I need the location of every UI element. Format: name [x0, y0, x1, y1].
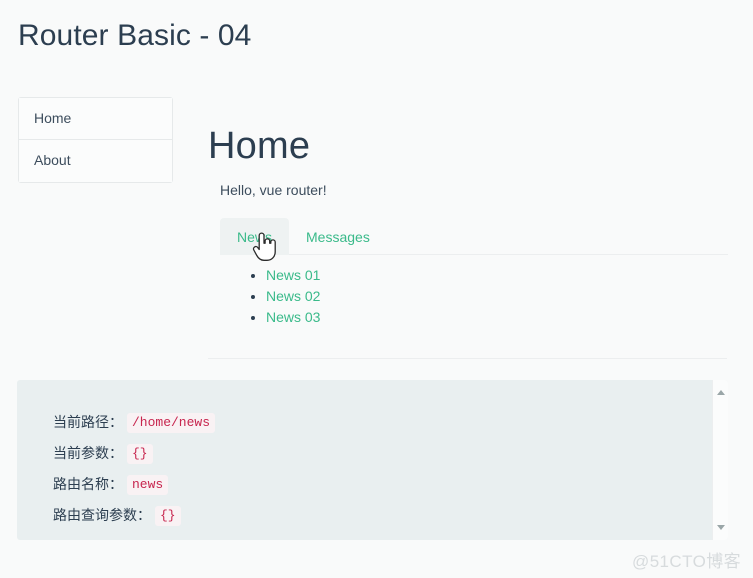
- triangle-up-icon: [717, 390, 725, 395]
- scrollbar-thumb[interactable]: [714, 400, 728, 520]
- tab-news[interactable]: News: [220, 218, 289, 255]
- news-link-02[interactable]: News 02: [266, 288, 320, 304]
- info-row-current-path: 当前路径：/home/news: [53, 407, 728, 438]
- main-content: Home Hello, vue router! News Messages Ne…: [208, 120, 728, 328]
- scroll-up-arrow-icon[interactable]: [713, 385, 728, 399]
- content-divider: [208, 358, 727, 359]
- route-info-body: 当前路径：/home/news 当前参数：{} 路由名称：news 路由查询参数…: [17, 380, 728, 531]
- tab-label: Messages: [306, 229, 370, 245]
- info-row-current-params: 当前参数：{}: [53, 438, 728, 469]
- sidebar-nav: Home About: [18, 97, 173, 183]
- sidebar-item-home[interactable]: Home: [19, 98, 172, 140]
- info-value: /home/news: [127, 413, 215, 433]
- tab-label: News: [237, 229, 272, 245]
- news-list: News 01 News 02 News 03: [208, 265, 728, 328]
- tab-messages[interactable]: Messages: [289, 218, 387, 255]
- sidebar-item-about[interactable]: About: [19, 140, 172, 182]
- info-value: news: [127, 475, 168, 495]
- scroll-down-arrow-icon[interactable]: [713, 520, 728, 534]
- info-label: 路由查询参数：: [53, 507, 151, 523]
- news-link-01[interactable]: News 01: [266, 267, 320, 283]
- watermark: @51CTO博客: [632, 547, 741, 572]
- info-value: {}: [155, 506, 181, 526]
- list-item: News 01: [266, 265, 728, 286]
- main-heading: Home: [208, 120, 728, 172]
- info-row-route-name: 路由名称：news: [53, 469, 728, 500]
- sidebar-item-label: About: [34, 152, 71, 168]
- list-item: News 02: [266, 286, 728, 307]
- info-label: 路由名称：: [53, 476, 123, 492]
- tab-bar: News Messages: [220, 218, 728, 255]
- route-info-panel: 当前路径：/home/news 当前参数：{} 路由名称：news 路由查询参数…: [17, 380, 728, 540]
- info-value: {}: [127, 444, 153, 464]
- news-link-03[interactable]: News 03: [266, 309, 320, 325]
- sidebar-item-label: Home: [34, 110, 71, 126]
- info-row-route-query: 路由查询参数：{}: [53, 500, 728, 531]
- info-label: 当前参数：: [53, 445, 123, 461]
- main-subtitle: Hello, vue router!: [220, 180, 728, 200]
- panel-scrollbar[interactable]: [712, 380, 728, 540]
- page-title: Router Basic - 04: [18, 14, 251, 58]
- triangle-down-icon: [717, 525, 725, 530]
- info-label: 当前路径：: [53, 414, 123, 430]
- list-item: News 03: [266, 307, 728, 328]
